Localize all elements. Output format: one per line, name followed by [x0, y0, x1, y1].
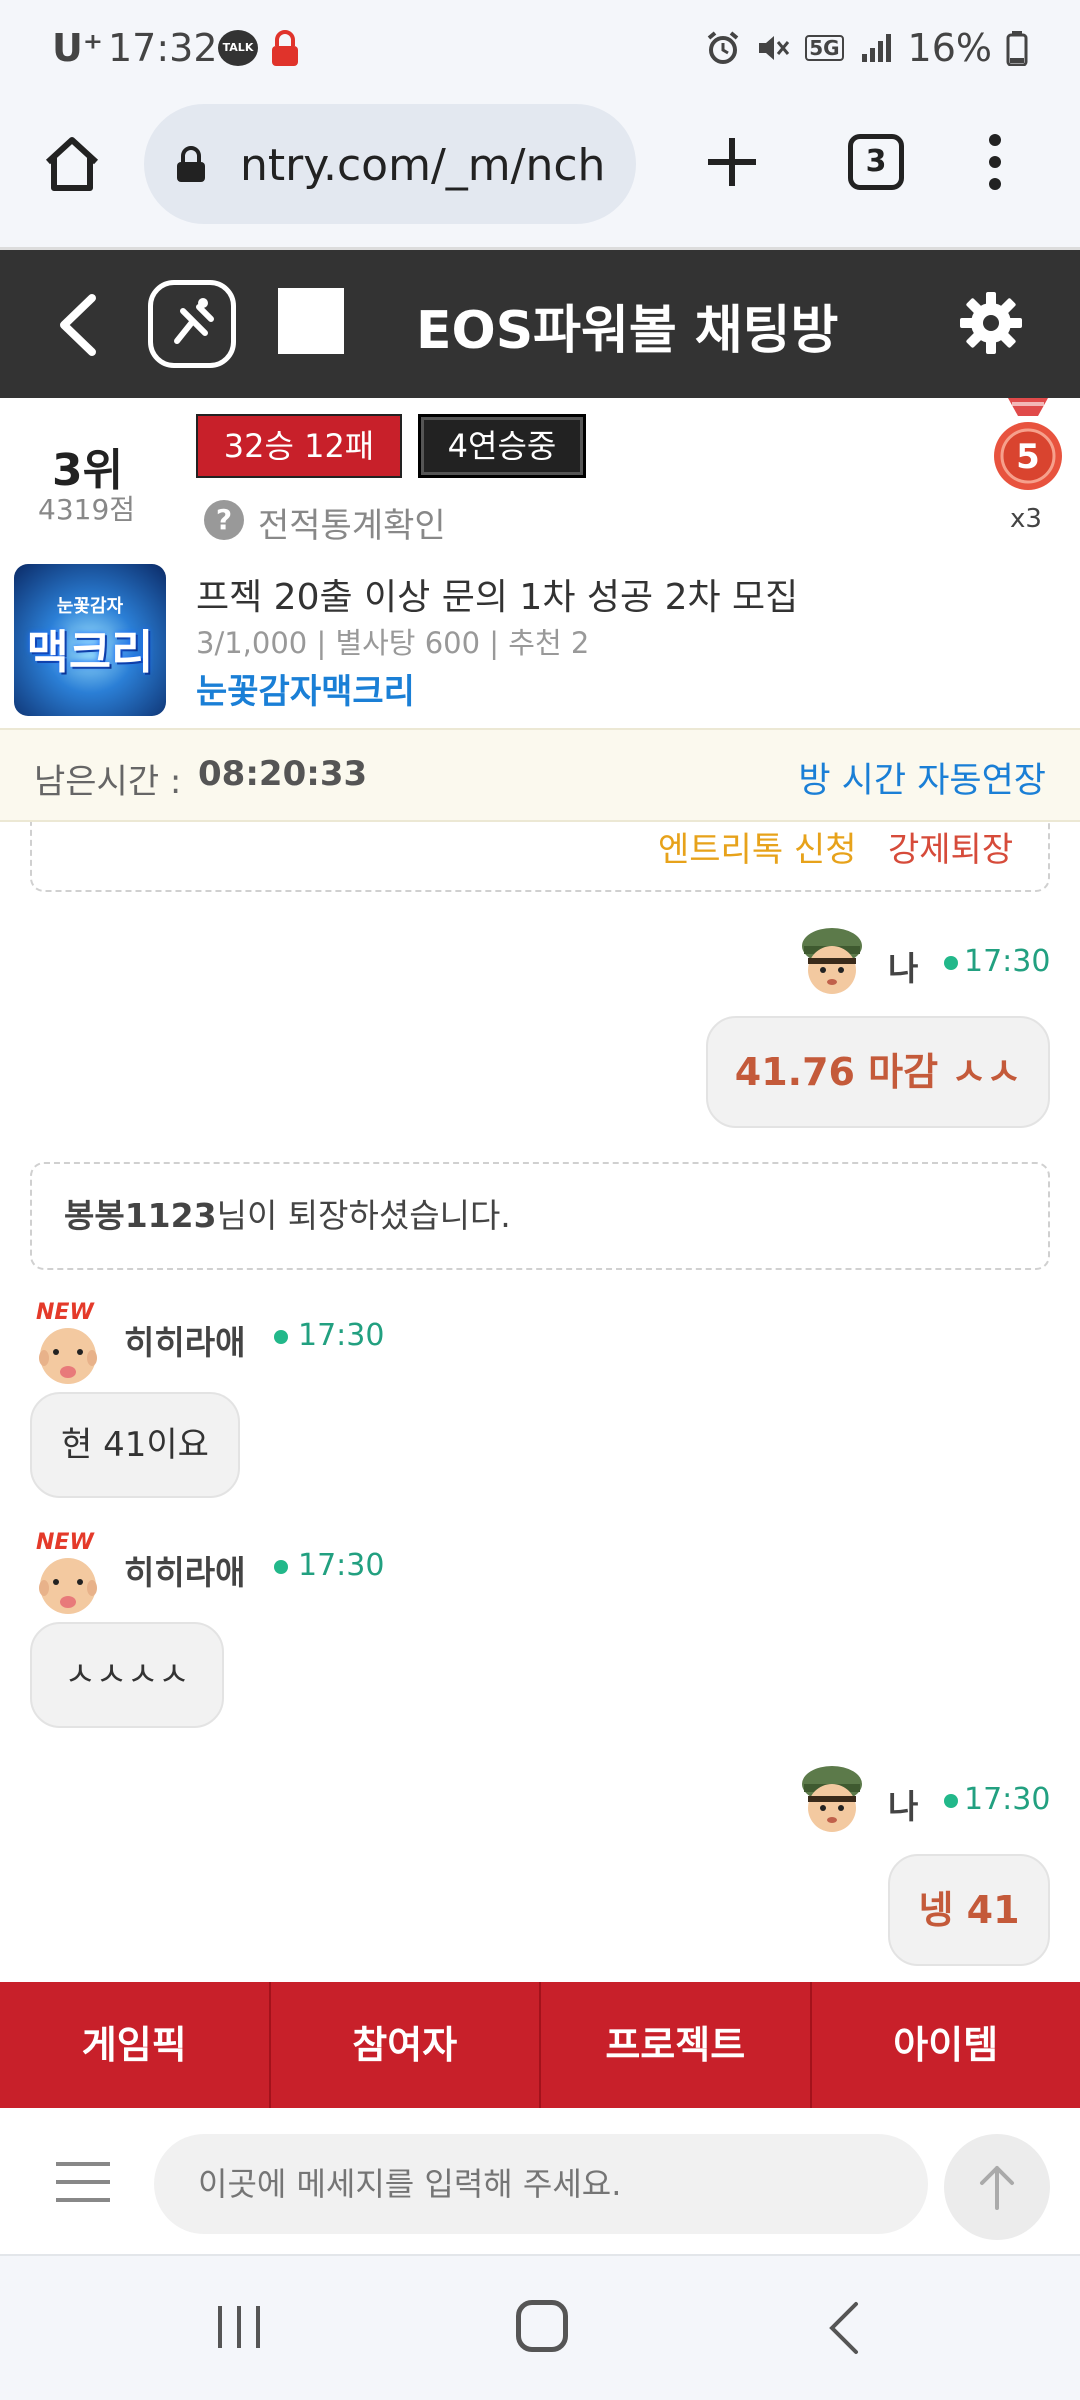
my-message-bubble[interactable]: 넹 41: [888, 1854, 1050, 1966]
left-user-name: 봉봉1123: [64, 1196, 217, 1235]
remaining-time-value: 08:20:33: [198, 754, 368, 794]
message-time: 17:30: [298, 1318, 385, 1353]
soldier-avatar-icon: [802, 1766, 862, 1832]
sender-nickname: 나: [888, 949, 919, 988]
status-icons: 5G 16%: [705, 26, 1028, 70]
new-tab-icon[interactable]: [700, 130, 764, 194]
entry-request-link[interactable]: 엔트리톡 신청: [658, 822, 857, 871]
new-badge: NEW: [36, 1530, 94, 1555]
message-input-bar: [0, 2108, 1080, 2256]
system-navigation-bar: [0, 2256, 1080, 2400]
sender-nickname: 히히라애: [124, 1553, 246, 1592]
chat-messages[interactable]: 엔트리톡 신청 강제퇴장 나 17:30 41.76 마감 ㅅㅅ 봉봉1123님…: [0, 822, 1080, 1982]
battery-icon: [1006, 31, 1028, 66]
sender-nickname: 나: [888, 1787, 919, 1826]
online-dot: [274, 1560, 288, 1574]
medal-level: 5: [1016, 437, 1040, 477]
remaining-time-label: 남은시간 :: [34, 762, 182, 802]
my-message-bubble[interactable]: 41.76 마감 ㅅㅅ: [706, 1016, 1050, 1128]
new-badge: NEW: [36, 1300, 94, 1325]
lock-notification-icon: [272, 30, 298, 66]
app-logo-icon[interactable]: [148, 280, 236, 368]
sender-nickname: 히히라애: [124, 1323, 246, 1362]
auto-extend-link[interactable]: 방 시간 자동연장: [798, 752, 1046, 803]
signal-icon: [861, 34, 891, 62]
message-time: 17:30: [298, 1548, 385, 1583]
back-nav-icon[interactable]: [824, 2300, 864, 2356]
room-title-header: EOS파워볼 채팅방: [416, 301, 839, 361]
recent-apps-icon[interactable]: [214, 2304, 264, 2350]
status-bar: U⁺ 17:32 TALK 5G 16%: [0, 0, 1080, 100]
tab-project[interactable]: 프로젝트: [541, 1982, 812, 2108]
thumbnail-caption-big: 맥크리: [26, 625, 154, 679]
message-bubble[interactable]: ㅅㅅㅅㅅ: [30, 1622, 224, 1728]
streak-badge: 4연승중: [418, 414, 586, 478]
hamburger-menu-icon[interactable]: [54, 2160, 112, 2204]
message-input[interactable]: [154, 2134, 928, 2234]
points-label: 4319점: [38, 493, 136, 526]
tab-items[interactable]: 아이템: [812, 1982, 1080, 2108]
force-kick-link[interactable]: 강제퇴장: [888, 822, 1013, 871]
alarm-icon: [707, 31, 739, 64]
room-thumbnail[interactable]: 눈꽃감자 맥크리: [14, 564, 166, 716]
leave-notice: 봉봉1123님이 퇴장하셨습니다.: [30, 1162, 1050, 1270]
remaining-time-bar: 남은시간 : 08:20:33 방 시간 자동연장: [0, 728, 1080, 822]
secure-lock-icon: [177, 146, 205, 182]
tab-switcher-button[interactable]: 3: [848, 134, 904, 190]
bottom-tab-bar: 게임픽 참여자 프로젝트 아이템: [0, 1982, 1080, 2108]
online-dot: [944, 1794, 958, 1808]
more-menu-icon[interactable]: [980, 130, 1010, 194]
question-icon[interactable]: ?: [204, 500, 244, 540]
url-text: ntry.com/_m/nch: [240, 140, 606, 191]
medal-count: x3: [1010, 504, 1042, 534]
kakaotalk-icon: TALK: [218, 30, 258, 66]
gear-icon[interactable]: [958, 290, 1024, 356]
runner-icon: [174, 298, 214, 344]
arrow-up-icon: [980, 2166, 1014, 2210]
chat-room-header: EOS파워볼 채팅방: [0, 250, 1080, 398]
message-time: 17:30: [964, 944, 1051, 979]
win-loss-badge: 32승 12패: [196, 414, 402, 478]
tab-participants[interactable]: 참여자: [271, 1982, 541, 2108]
medal-icon: 5: [994, 398, 1062, 490]
send-button[interactable]: [944, 2134, 1050, 2240]
thumbnail-caption-small: 눈꽃감자: [56, 596, 124, 617]
battery-percent: 16%: [907, 26, 992, 70]
soldier-avatar-icon: [802, 928, 862, 994]
room-owner-name[interactable]: 눈꽃감자맥크리: [196, 664, 415, 713]
room-meta: 3/1,000 | 별사탕 600 | 추천 2: [196, 626, 590, 660]
network-type-icon: 5G: [805, 35, 844, 61]
room-owner-profile: 3위 4319점 32승 12패 4연승중 ? 전적통계확인 5 x3 눈꽃감자…: [0, 398, 1080, 728]
stats-link[interactable]: 전적통계확인: [258, 498, 446, 547]
mute-icon: [759, 36, 790, 60]
home-icon[interactable]: [40, 132, 104, 196]
home-button-icon[interactable]: [516, 2300, 568, 2352]
message-time: 17:30: [964, 1782, 1051, 1817]
leave-notice-text: 님이 퇴장하셨습니다.: [216, 1196, 511, 1235]
chat-bubble-icon[interactable]: [278, 288, 344, 354]
carrier-label: U⁺: [52, 26, 103, 70]
online-dot: [274, 1330, 288, 1344]
address-bar[interactable]: ntry.com/_m/nch: [144, 104, 636, 224]
online-dot: [944, 956, 958, 970]
status-time: 17:32: [108, 26, 218, 70]
room-title: 프젝 20출 이상 문의 1차 성공 2차 모집: [196, 577, 799, 618]
tab-game-pick[interactable]: 게임픽: [0, 1982, 271, 2108]
back-arrow-icon[interactable]: [52, 290, 102, 360]
browser-toolbar: ntry.com/_m/nch 3: [0, 100, 1080, 250]
message-bubble[interactable]: 현 41이요: [30, 1392, 240, 1498]
